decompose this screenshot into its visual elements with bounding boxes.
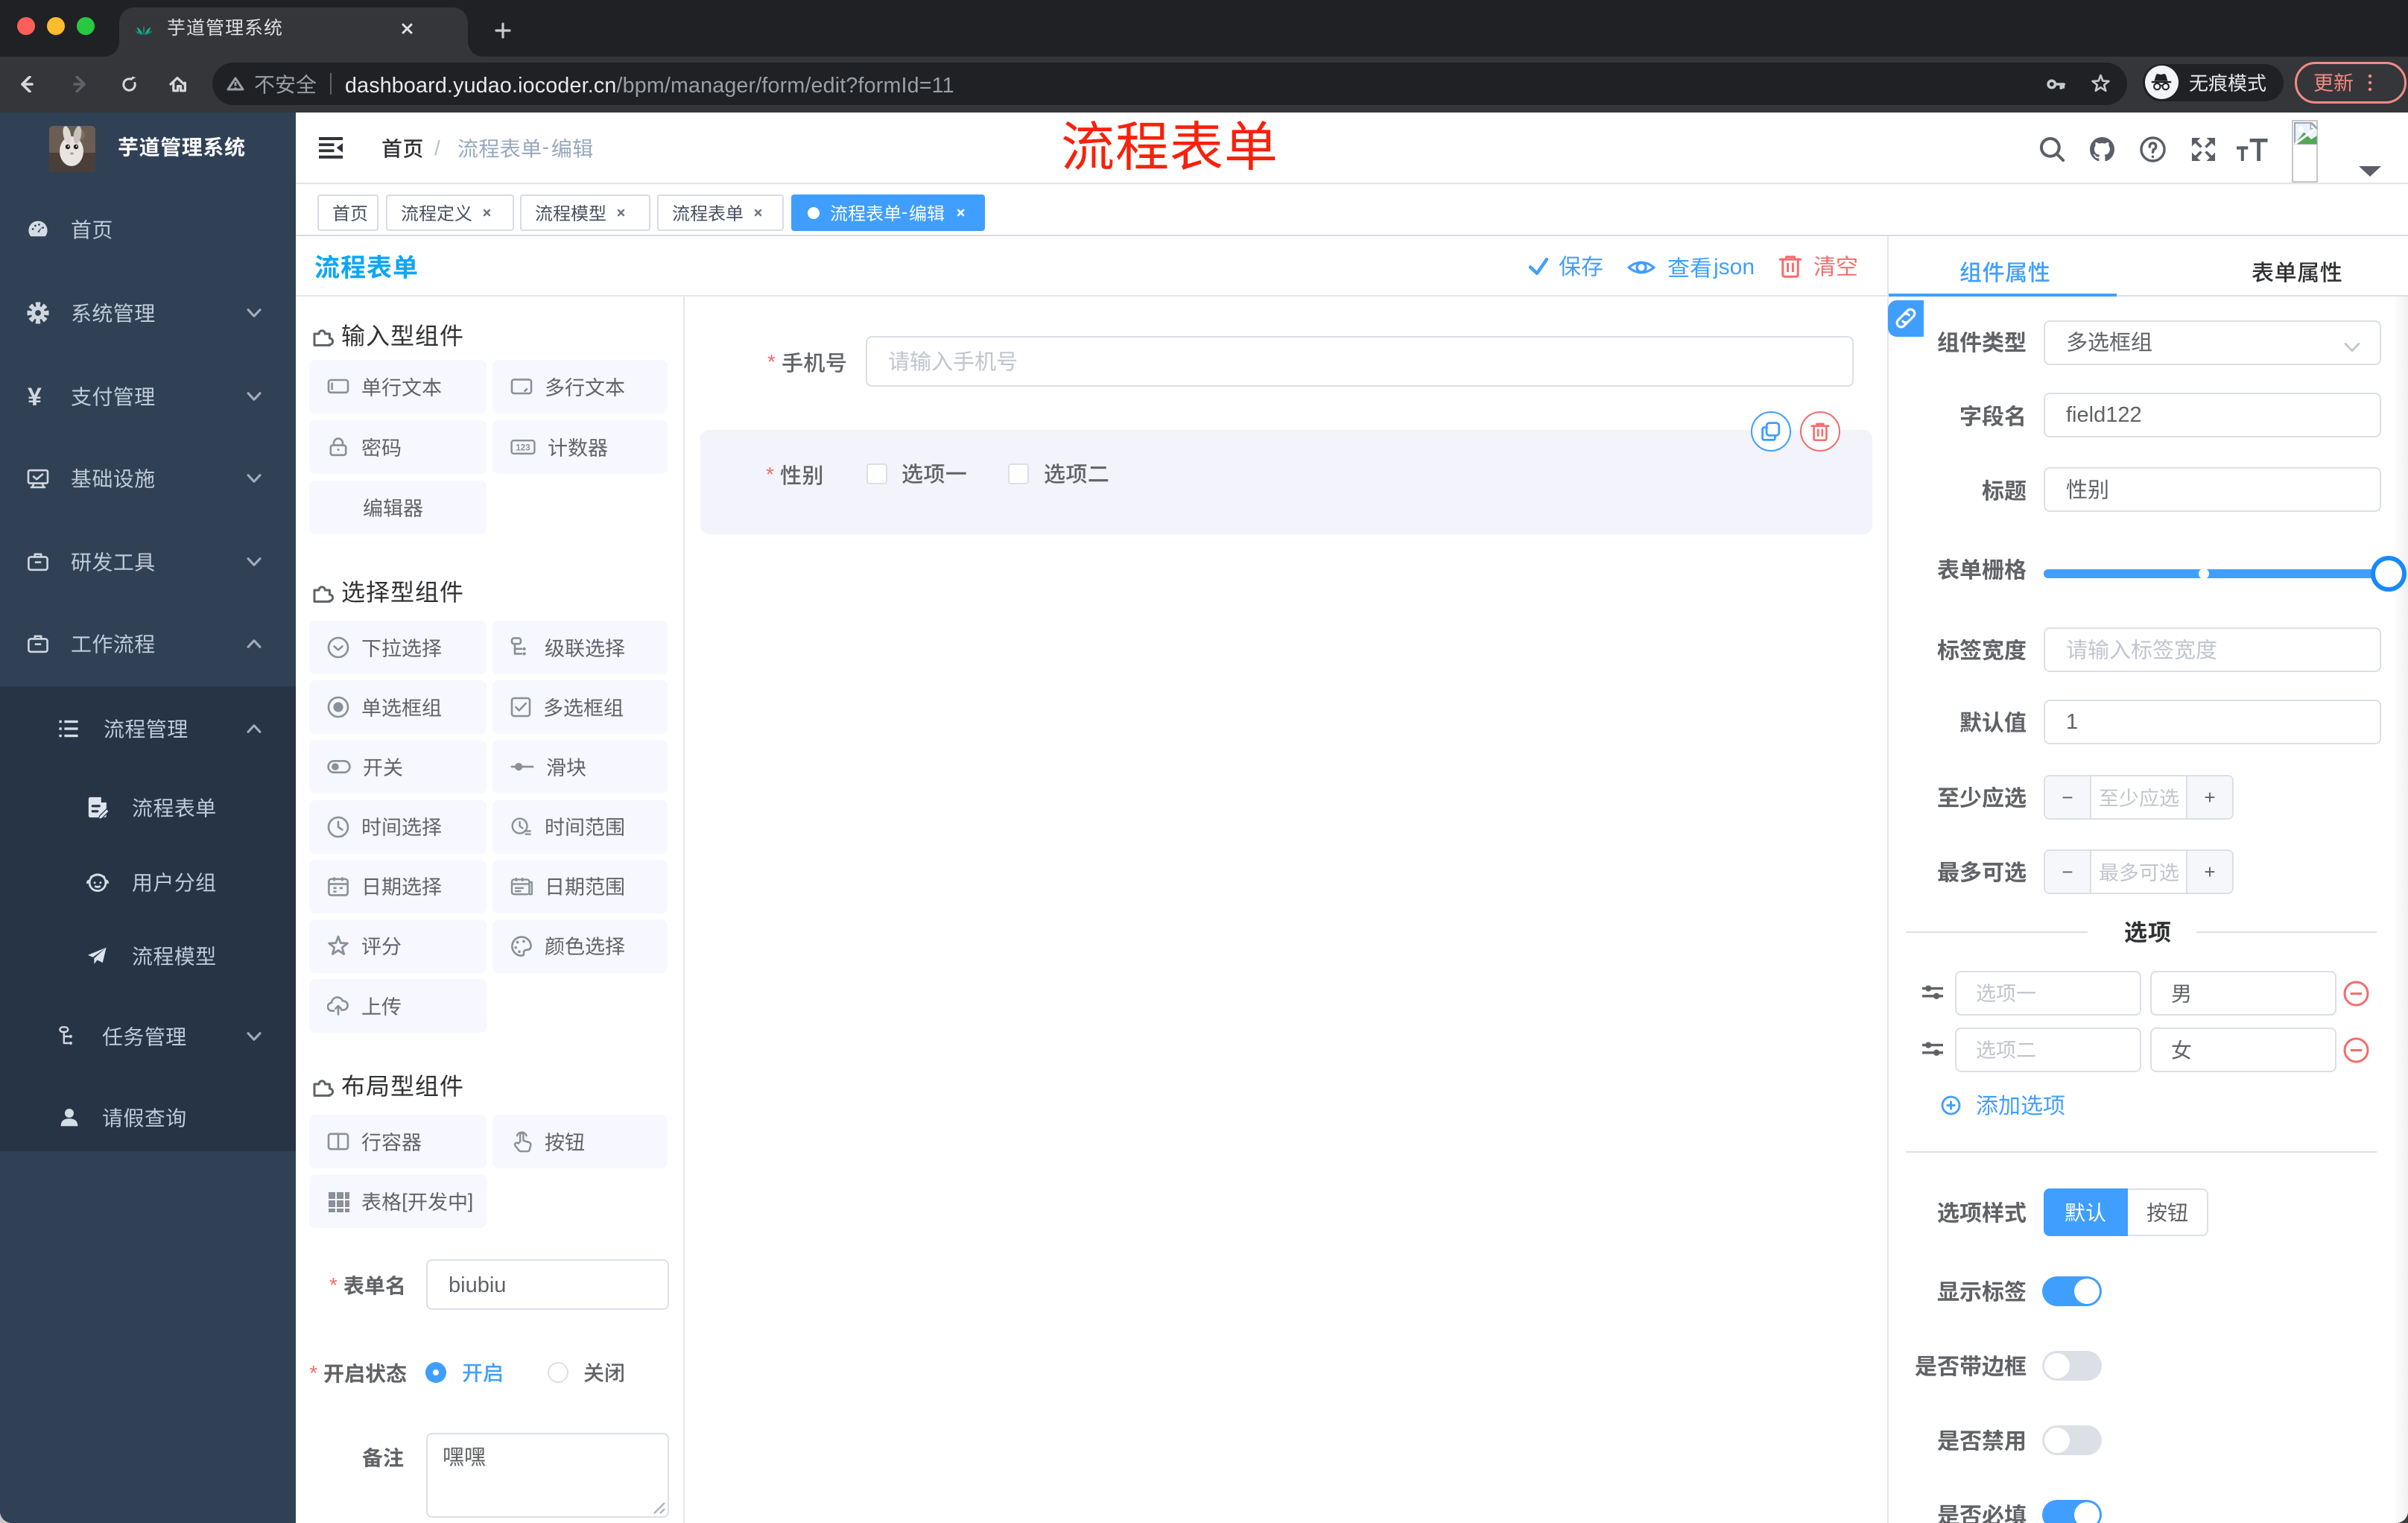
- svg-text:123: 123: [516, 443, 530, 452]
- svg-text:-: -: [902, 204, 907, 222]
- svg-text:-: -: [542, 138, 549, 159]
